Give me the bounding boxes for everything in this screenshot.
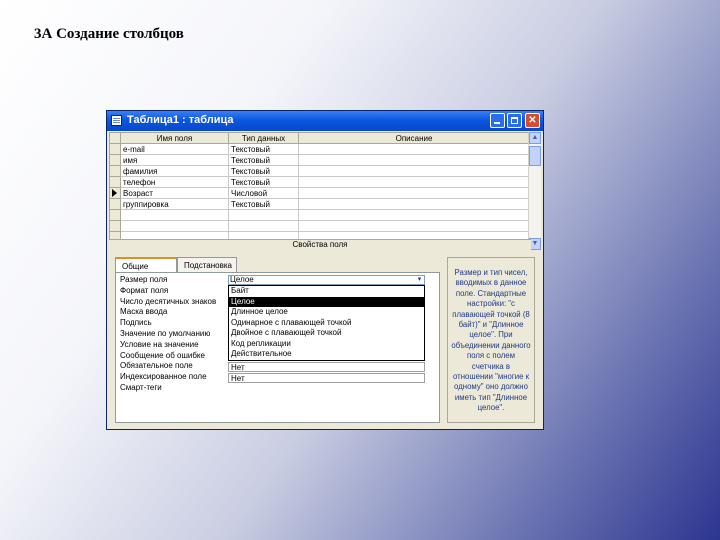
scroll-up-icon[interactable]: ▲ — [529, 132, 541, 144]
row-selector[interactable] — [109, 198, 121, 210]
current-row-arrow-icon — [112, 189, 117, 197]
property-label: Размер поля — [120, 275, 168, 284]
dropdown-option-selected[interactable]: Целое — [229, 296, 424, 307]
row-selector[interactable] — [109, 220, 121, 232]
field-size-dropdown-list: Байт Целое Длинное целое Одинарное с пла… — [228, 285, 425, 361]
description-cell[interactable] — [298, 143, 530, 155]
table-row[interactable]: телефон Текстовый — [109, 176, 530, 188]
property-label: Число десятичных знаков — [120, 296, 217, 306]
slide-title: 3А Создание столбцов — [34, 26, 184, 42]
dropdown-option[interactable]: Код репликации — [229, 339, 424, 350]
property-label: Сообщение об ошибке — [120, 350, 205, 360]
description-cell[interactable] — [298, 165, 530, 177]
description-cell[interactable] — [298, 154, 530, 166]
column-header-field-name: Имя поля — [120, 132, 229, 144]
property-label: Индексированное поле — [120, 372, 207, 382]
data-type-cell[interactable]: Текстовый — [228, 165, 299, 177]
field-name-cell[interactable]: имя — [120, 154, 229, 166]
field-name-cell[interactable]: группировка — [120, 198, 229, 210]
property-label: Подпись — [120, 318, 152, 328]
property-label: Условие на значение — [120, 339, 199, 349]
data-type-cell[interactable]: Текстовый — [228, 154, 299, 166]
data-type-cell[interactable]: Числовой — [228, 187, 299, 199]
row-selector[interactable] — [109, 154, 121, 166]
close-button[interactable]: ✕ — [525, 113, 540, 128]
row-selector[interactable] — [109, 209, 121, 221]
table-design-window: Таблица1 : таблица ✕ Имя поля Тип данных… — [106, 110, 544, 430]
data-type-cell[interactable]: Текстовый — [228, 198, 299, 210]
dropdown-option[interactable]: Байт — [229, 286, 424, 297]
chevron-down-icon[interactable]: ▾ — [415, 276, 424, 284]
indexed-field-value[interactable]: Нет — [228, 373, 425, 383]
field-name-cell[interactable]: фамилия — [120, 165, 229, 177]
column-header-description: Описание — [298, 132, 530, 144]
property-label: Маска ввода — [120, 307, 168, 317]
property-label: Смарт-теги — [120, 382, 162, 392]
property-labels: Размер поля Формат поля Число десятичных… — [120, 275, 216, 394]
tab-lookup[interactable]: Подстановка — [177, 257, 237, 272]
property-label: Формат поля — [120, 285, 169, 295]
table-row[interactable]: e-mail Текстовый — [109, 143, 530, 155]
table-row[interactable] — [109, 220, 530, 232]
table-row[interactable]: фамилия Текстовый — [109, 165, 530, 177]
row-selector[interactable] — [109, 165, 121, 177]
column-header-data-type: Тип данных — [228, 132, 299, 144]
field-grid: Имя поля Тип данных Описание e-mail Текс… — [109, 132, 531, 250]
description-cell[interactable] — [298, 198, 530, 210]
field-properties-caption: Свойства поля — [109, 239, 531, 250]
grid-scrollbar[interactable]: ▲ ▼ — [528, 132, 541, 250]
field-name-cell[interactable]: телефон — [120, 176, 229, 188]
dropdown-option[interactable]: Действительное — [229, 349, 424, 360]
dropdown-option[interactable]: Длинное целое — [229, 307, 424, 318]
field-name-cell[interactable]: Возраст — [120, 187, 229, 199]
row-selector[interactable] — [109, 143, 121, 155]
field-name-cell[interactable]: e-mail — [120, 143, 229, 155]
table-icon — [111, 115, 122, 126]
table-row-current[interactable]: Возраст Числовой — [109, 187, 530, 199]
data-type-cell[interactable]: Текстовый — [228, 176, 299, 188]
maximize-button[interactable] — [507, 113, 522, 128]
scroll-thumb[interactable] — [529, 146, 541, 166]
window-titlebar[interactable]: Таблица1 : таблица ✕ — [107, 111, 543, 131]
required-field-value[interactable]: Нет — [228, 362, 425, 372]
grid-header-row: Имя поля Тип данных Описание — [109, 132, 530, 144]
field-size-value: Целое — [230, 275, 254, 284]
table-row[interactable]: группировка Текстовый — [109, 198, 530, 210]
general-properties-panel: Размер поля Формат поля Число десятичных… — [115, 272, 440, 423]
data-type-cell[interactable]: Текстовый — [228, 143, 299, 155]
property-label: Обязательное поле — [120, 361, 193, 371]
row-selector[interactable] — [109, 187, 121, 199]
property-label: Значение по умолчанию — [120, 328, 211, 338]
dropdown-option[interactable]: Двойное с плавающей точкой — [229, 328, 424, 339]
help-hint-text: Размер и тип чисел, вводимых в данное по… — [451, 268, 531, 413]
window-title: Таблица1 : таблица — [127, 114, 234, 126]
minimize-button[interactable] — [490, 113, 505, 128]
row-selector-header — [109, 132, 121, 144]
row-selector[interactable] — [109, 176, 121, 188]
table-row[interactable] — [109, 209, 530, 221]
dropdown-option[interactable]: Одинарное с плавающей точкой — [229, 318, 424, 329]
table-row[interactable]: имя Текстовый — [109, 154, 530, 166]
description-cell[interactable] — [298, 187, 530, 199]
help-hint-panel: Размер и тип чисел, вводимых в данное по… — [447, 257, 535, 423]
tab-general[interactable]: Общие — [115, 257, 177, 273]
description-cell[interactable] — [298, 176, 530, 188]
field-size-select[interactable]: Целое ▾ — [228, 275, 425, 285]
